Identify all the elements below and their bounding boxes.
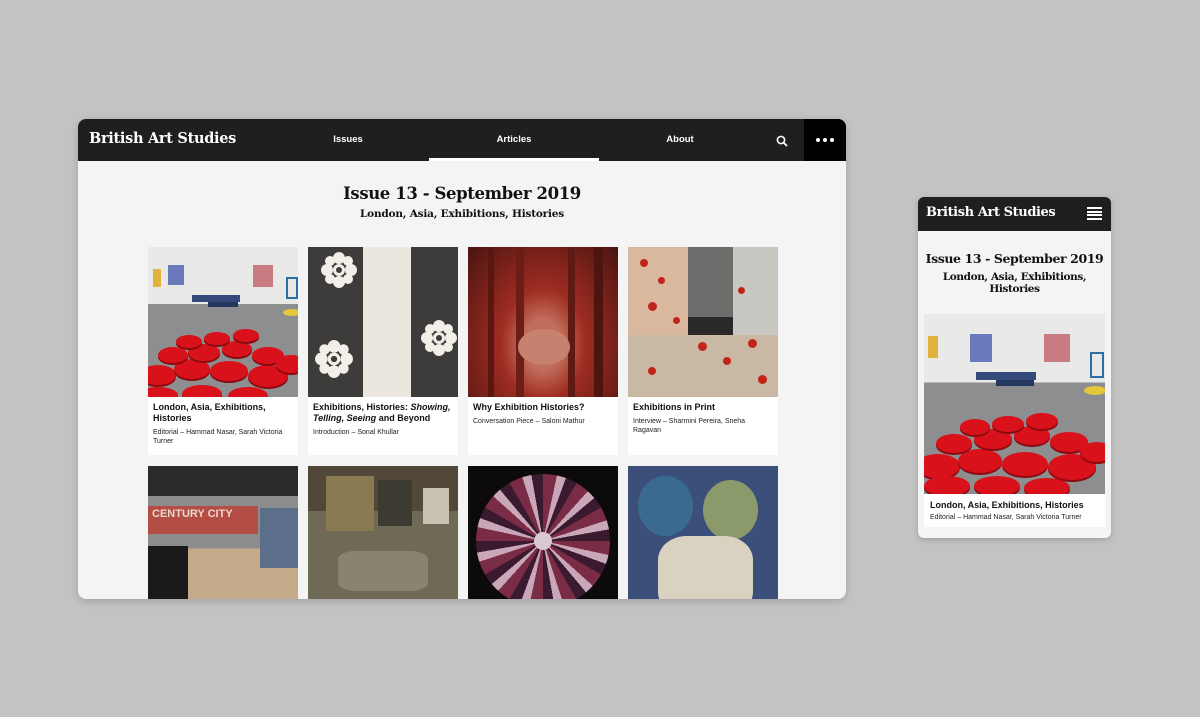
red-forest-painting-image xyxy=(468,247,618,397)
card-title[interactable]: London, Asia, Exhibitions, Histories xyxy=(148,397,298,424)
mobile-window: British Art Studies Issue 13 - September… xyxy=(918,197,1111,538)
card-meta: Editorial – Hammad Nasar, Sarah Victoria… xyxy=(930,514,1082,521)
embracing-figures-painting-image xyxy=(628,466,778,599)
mobile-navigation-bar: British Art Studies xyxy=(918,197,1111,231)
nav-issues-link[interactable]: Issues xyxy=(318,119,378,161)
nav-about-link[interactable]: About xyxy=(650,119,710,161)
textile-pattern-image xyxy=(308,247,458,397)
exhibition-wall-sign: CENTURY CITY xyxy=(148,506,258,534)
card-meta: Introduction – Sonal Khullar xyxy=(313,429,399,436)
issue-subtitle: London, Asia, Exhibitions, Histories xyxy=(942,271,1087,295)
century-city-exhibition-image: CENTURY CITY xyxy=(148,466,298,599)
article-card[interactable]: London, Asia, Exhibitions, Histories Edi… xyxy=(148,247,298,455)
article-card[interactable]: London, Asia, Exhibitions, Histories Edi… xyxy=(924,314,1105,527)
card-meta: Editorial – Hammad Nasar, Sarah Victoria… xyxy=(153,429,283,445)
search-icon[interactable] xyxy=(775,134,789,148)
abstract-collage-image xyxy=(628,247,778,397)
issue-subtitle: London, Asia, Exhibitions, Histories xyxy=(360,208,564,220)
site-logo[interactable]: British Art Studies xyxy=(926,205,1056,220)
article-card[interactable] xyxy=(628,466,778,599)
site-logo[interactable]: British Art Studies xyxy=(89,130,236,147)
article-card[interactable] xyxy=(468,466,618,599)
issue-title: Issue 13 - September 2019 xyxy=(925,251,1104,266)
article-card[interactable] xyxy=(308,466,458,599)
desktop-window: British Art Studies Issues Articles Abou… xyxy=(78,119,846,599)
article-card[interactable]: Exhibitions, Histories: Showing, Telling… xyxy=(308,247,458,455)
card-meta: Interview – Sharmini Pereira, Sneha Raga… xyxy=(633,418,746,434)
nav-articles-link[interactable]: Articles xyxy=(429,119,599,161)
top-navigation-bar: British Art Studies Issues Articles Abou… xyxy=(78,119,846,161)
card-title[interactable]: Exhibitions, Histories: Showing, Telling… xyxy=(308,397,458,424)
card-title[interactable]: London, Asia, Exhibitions, Histories xyxy=(924,494,1105,510)
card-title[interactable]: Exhibitions in Print xyxy=(628,397,778,413)
gallery-installation-image xyxy=(148,247,298,397)
flower-motif-icon xyxy=(315,340,353,378)
hamburger-menu-icon[interactable] xyxy=(1087,207,1102,221)
article-card[interactable]: Exhibitions in Print Interview – Sharmin… xyxy=(628,247,778,455)
flower-motif-icon xyxy=(421,320,457,356)
article-card[interactable]: CENTURY CITY xyxy=(148,466,298,599)
studio-photograph-image xyxy=(308,466,458,599)
card-title[interactable]: Why Exhibition Histories? xyxy=(468,397,618,413)
issue-title: Issue 13 - September 2019 xyxy=(343,184,581,203)
flower-motif-icon xyxy=(321,252,357,288)
article-card[interactable]: Why Exhibition Histories? Conversation P… xyxy=(468,247,618,455)
gallery-installation-image xyxy=(924,314,1105,494)
card-meta: Conversation Piece – Saloni Mathur xyxy=(473,418,585,425)
more-dots-icon[interactable] xyxy=(804,119,846,161)
stained-glass-window-image xyxy=(468,466,618,599)
